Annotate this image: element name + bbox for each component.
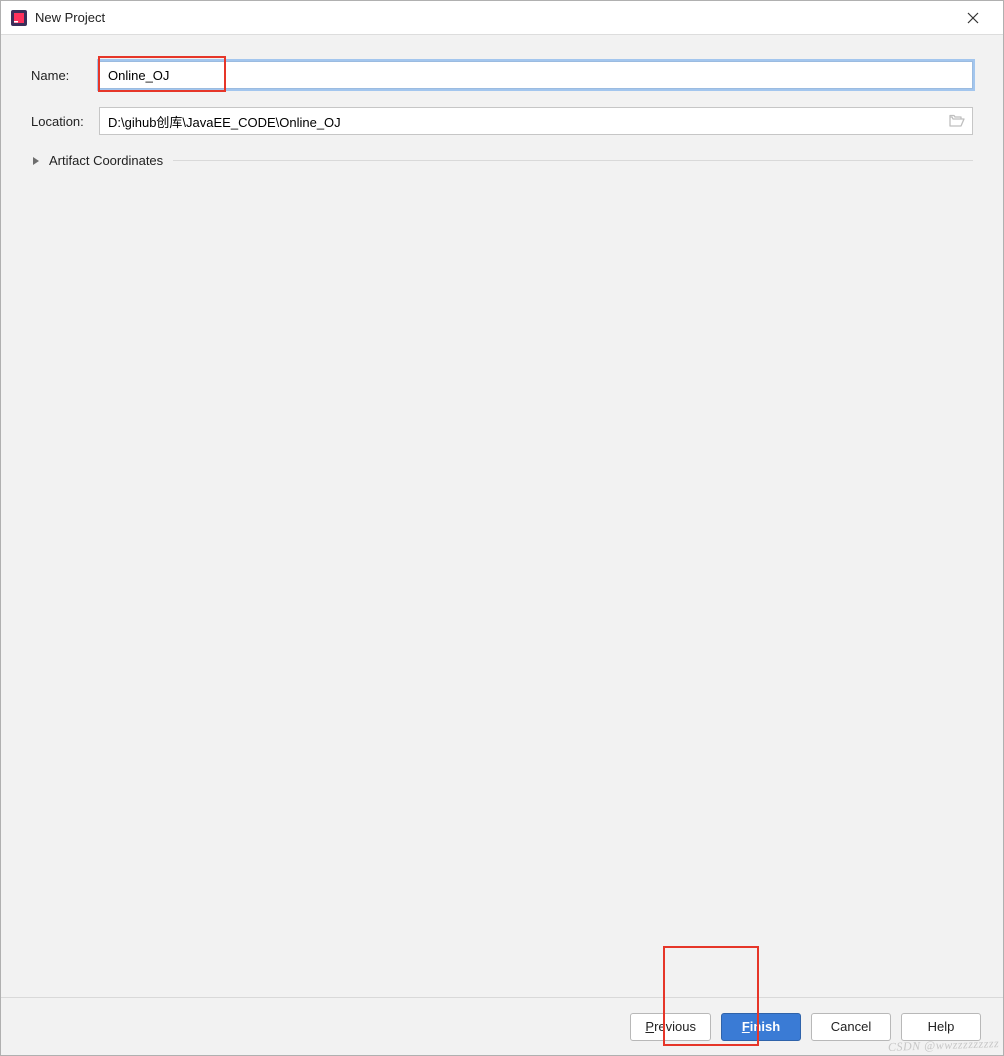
previous-mnemonic: P	[645, 1019, 654, 1034]
dialog-content: Name: Location:	[1, 35, 1003, 997]
app-icon	[11, 10, 27, 26]
folder-open-icon	[949, 114, 965, 128]
name-input-wrap	[99, 61, 973, 89]
artifact-coordinates-label: Artifact Coordinates	[49, 153, 163, 168]
close-button[interactable]	[953, 3, 993, 33]
browse-button[interactable]	[947, 111, 967, 131]
name-label: Name:	[31, 68, 99, 83]
location-input[interactable]	[99, 107, 973, 135]
new-project-dialog: New Project Name: Location:	[0, 0, 1004, 1056]
chevron-right-icon	[31, 156, 41, 166]
location-row: Location:	[31, 107, 973, 135]
artifact-coordinates-section[interactable]: Artifact Coordinates	[31, 153, 973, 168]
location-label: Location:	[31, 114, 99, 129]
finish-label: inish	[750, 1019, 780, 1034]
dialog-footer: Previous Finish Cancel Help	[1, 997, 1003, 1055]
finish-button[interactable]: Finish	[721, 1013, 801, 1041]
window-title: New Project	[35, 10, 953, 25]
name-row: Name:	[31, 61, 973, 89]
close-icon	[967, 12, 979, 24]
name-input[interactable]	[99, 61, 973, 89]
cancel-button[interactable]: Cancel	[811, 1013, 891, 1041]
help-button[interactable]: Help	[901, 1013, 981, 1041]
finish-mnemonic: F	[742, 1019, 750, 1034]
location-input-wrap	[99, 107, 973, 135]
previous-button[interactable]: Previous	[630, 1013, 711, 1041]
divider	[173, 160, 973, 161]
previous-label: revious	[654, 1019, 696, 1034]
titlebar[interactable]: New Project	[1, 1, 1003, 35]
